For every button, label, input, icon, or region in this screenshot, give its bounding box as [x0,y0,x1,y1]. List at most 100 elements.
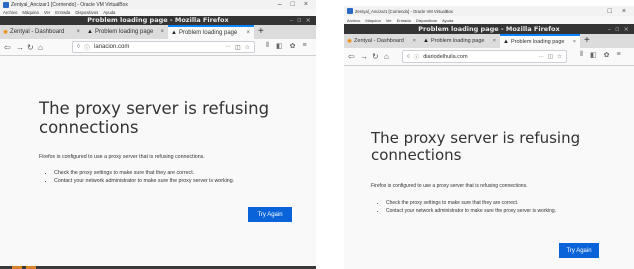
zentyal-icon: ✺ [3,29,9,36]
tab-label: Problem loading page [430,38,485,44]
sidebar-icon[interactable]: ◧ [276,42,283,50]
virtualbox-title: Zentyal_Ancizar1 [Corriendo] - Oracle VM… [11,1,128,8]
pocket-icon[interactable]: ◫ [548,54,553,60]
virtualbox-icon [347,8,353,14]
try-again-button[interactable]: Try Again [559,243,599,258]
tab-label: Zentyal - Dashboard [10,29,65,35]
back-arrow-icon[interactable]: ⇦ [4,43,11,52]
firefox-window-title: Problem loading page - Mozilla Firefox [87,16,229,24]
tab-close-icon[interactable]: × [76,29,80,35]
tab-problem-loading-active[interactable]: ▲ Problem loading page × [168,25,254,39]
tab-close-icon[interactable]: × [413,38,416,44]
reload-icon[interactable]: ↻ [27,43,34,52]
url-bar[interactable]: ◊ ⓘ lanacion.com ··· ◫ ☆ [72,41,255,53]
virtualbox-titlebar: Zentyal_Ancizar1 [Corriendo] - Oracle VM… [344,6,634,16]
maximize-icon[interactable]: □ [608,8,612,15]
maximize-icon[interactable]: □ [291,1,295,8]
back-arrow-icon[interactable]: ⇦ [348,52,355,61]
extension-icon[interactable]: ✿ [290,42,296,50]
bookmark-star-icon[interactable]: ☆ [245,44,250,51]
tab-zentyal-dashboard[interactable]: ✺ Zentyal - Dashboard × [344,34,420,48]
tab-close-icon[interactable]: × [160,29,164,35]
close-icon[interactable]: × [304,1,308,8]
list-item: Contact your network administrator to ma… [54,178,234,184]
virtualbox-titlebar: Zentyal_Ancizar1 [Corriendo] - Oracle VM… [0,0,316,9]
menu-entrada[interactable]: Entrada [55,10,70,15]
menu-dispositivos[interactable]: Dispositivos [75,10,98,15]
shield-icon[interactable]: ◊ [77,44,80,50]
info-icon[interactable]: ⓘ [84,43,90,52]
reload-icon[interactable]: ↻ [372,52,379,61]
url-text[interactable]: diariodelhuila.com [423,54,467,60]
minimize-icon[interactable]: – [278,1,282,8]
info-icon[interactable]: ⓘ [414,53,420,61]
pocket-icon[interactable]: ◫ [235,44,241,51]
suggestion-list: Check the proxy settings to make sure th… [378,200,556,216]
hamburger-menu-icon[interactable]: ≡ [302,42,306,50]
menu-archivo[interactable]: Archivo [347,18,360,23]
forward-arrow-icon[interactable]: → [16,43,24,52]
tab-strip: ✺ Zentyal - Dashboard × ▲ Problem loadin… [0,25,316,39]
tab-problem-loading-1[interactable]: ▲ Problem loading page × [84,25,168,39]
warning-icon: ▲ [503,39,509,45]
page-content: The proxy server is refusing connections… [0,56,316,266]
firefox-window-title: Problem loading page - Mozilla Firefox [418,25,560,33]
try-again-button[interactable]: Try Again [248,207,292,222]
tab-close-icon[interactable]: × [246,30,250,36]
error-description: Firefox is configured to use a proxy ser… [39,154,205,160]
url-text[interactable]: lanacion.com [94,44,129,50]
menu-maquina[interactable]: Máquina [22,10,38,15]
page-actions-icon[interactable]: ··· [538,54,544,60]
list-item: Contact your network administrator to ma… [386,208,556,214]
tab-problem-loading-active[interactable]: ▲ Problem loading page × [500,34,580,48]
virtualbox-title: Zentyal_Ancizar1 [Corriendo] - Oracle VM… [355,8,453,14]
hamburger-menu-icon[interactable]: ≡ [616,51,620,59]
menu-dispositivos[interactable]: Dispositivos [416,18,437,23]
firefox-titlebar: Problem loading page - Mozilla Firefox –… [0,16,316,25]
library-icon[interactable]: ⫴ [580,51,583,59]
extension-icon[interactable]: ✿ [604,51,610,59]
navigation-toolbar: ⇦ → ↻ ⌂ ◊ ⓘ lanacion.com ··· ◫ ☆ ⫴ ◧ ✿ ≡ [0,39,316,56]
page-actions-icon[interactable]: ··· [225,44,231,51]
sidebar-icon[interactable]: ◧ [590,51,597,59]
warning-icon: ▲ [87,29,93,35]
tab-label: Problem loading page [94,29,154,35]
new-tab-button[interactable]: + [580,34,590,48]
bookmark-star-icon[interactable]: ☆ [557,54,562,60]
menu-ver[interactable]: Ver [44,10,50,15]
list-item: Check the proxy settings to make sure th… [386,200,556,206]
menu-ayuda[interactable]: Ayuda [103,10,115,15]
window-controls-icon[interactable]: – ▫ × [290,16,312,25]
virtualbox-menubar: Archivo Máquina Ver Entrada Dispositivos… [344,16,634,24]
tab-close-icon[interactable]: × [573,39,576,45]
screenshot-right: Zentyal_Ancizar1 [Corriendo] - Oracle VM… [344,6,634,269]
new-tab-button[interactable]: + [254,25,264,39]
shield-icon[interactable]: ◊ [407,54,410,60]
zentyal-icon: ✺ [347,38,353,45]
close-icon[interactable]: × [622,8,626,15]
screenshot-left: Zentyal_Ancizar1 [Corriendo] - Oracle VM… [0,0,316,269]
library-icon[interactable]: ⫴ [266,42,269,50]
tab-label: Problem loading page [178,30,238,36]
virtualbox-menubar: Archivo Máquina Ver Entrada Dispositivos… [0,9,316,16]
window-controls-icon[interactable]: – ▫ × [608,24,630,34]
menu-archivo[interactable]: Archivo [3,10,17,15]
virtualbox-icon [3,1,9,8]
menu-ayuda[interactable]: Ayuda [442,18,453,23]
tab-close-icon[interactable]: × [493,38,496,44]
home-icon[interactable]: ⌂ [384,52,389,61]
tab-label: Zentyal - Dashboard [354,38,404,44]
firefox-titlebar: Problem loading page - Mozilla Firefox –… [344,24,634,34]
navigation-toolbar: ⇦ → ↻ ⌂ ◊ ⓘ diariodelhuila.com ··· ◫ ☆ ⫴… [344,48,634,66]
error-title: The proxy server is refusing connections [39,99,270,137]
tab-zentyal-dashboard[interactable]: ✺ Zentyal - Dashboard × [0,25,84,39]
tab-problem-loading-1[interactable]: ▲ Problem loading page × [420,34,500,48]
menu-entrada[interactable]: Entrada [397,18,411,23]
url-bar[interactable]: ◊ ⓘ diariodelhuila.com ··· ◫ ☆ [402,50,567,63]
warning-icon: ▲ [423,38,429,44]
home-icon[interactable]: ⌂ [38,43,43,52]
menu-maquina[interactable]: Máquina [365,18,380,23]
forward-arrow-icon[interactable]: → [360,52,368,61]
warning-icon: ▲ [171,30,177,36]
menu-ver[interactable]: Ver [386,18,392,23]
